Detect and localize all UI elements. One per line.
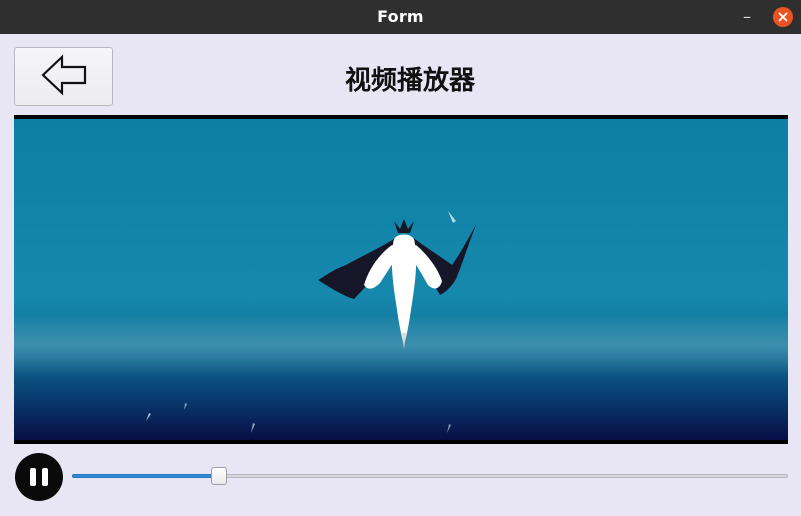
page-title: 视频播放器 [344, 66, 475, 96]
seek-handle[interactable] [211, 467, 227, 485]
window-title: Form [377, 7, 424, 26]
back-button[interactable] [14, 47, 113, 106]
arrow-left-icon [39, 53, 89, 101]
pause-icon [27, 468, 51, 486]
video-display[interactable] [14, 115, 788, 444]
seek-slider[interactable] [72, 466, 788, 488]
minimize-icon[interactable]: – [738, 8, 756, 26]
title-bar: Form – [0, 0, 801, 34]
close-icon[interactable] [773, 7, 793, 27]
app-window: Form – 视频播放器 [0, 0, 801, 516]
seek-progress [72, 474, 219, 478]
play-pause-button[interactable] [15, 453, 63, 501]
